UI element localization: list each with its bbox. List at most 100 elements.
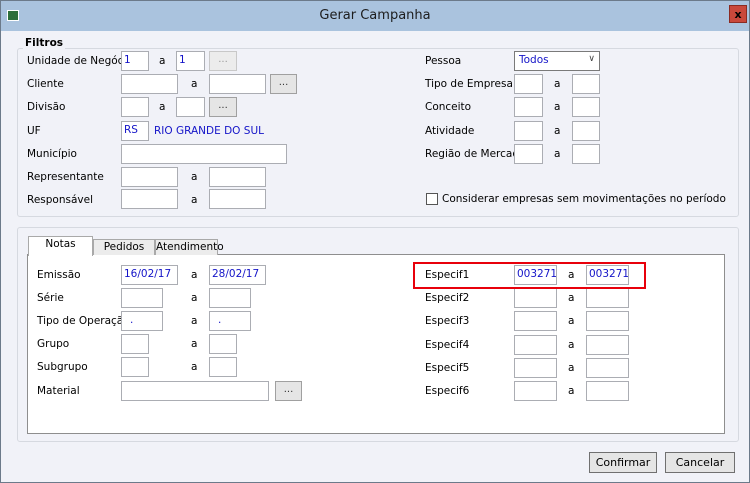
grupo-label: Grupo: [37, 338, 70, 350]
subgrupo-to-input[interactable]: [209, 357, 237, 377]
grupo-sep: a: [191, 338, 198, 350]
emissao-from-input[interactable]: 16/02/17: [121, 265, 178, 285]
responsavel-to-input[interactable]: [209, 189, 266, 209]
considerar-checkbox[interactable]: [426, 193, 438, 205]
tab-atendimento[interactable]: Atendimento: [155, 239, 224, 255]
subgrupo-sep: a: [191, 361, 198, 373]
material-lookup-button[interactable]: ...: [275, 381, 302, 401]
conceito-label: Conceito: [425, 101, 472, 113]
especif-from-input[interactable]: [514, 334, 557, 355]
close-button[interactable]: x: [729, 5, 747, 23]
especif-from-input[interactable]: [514, 381, 557, 401]
especif-label: Especif4: [425, 338, 470, 351]
subgrupo-from-input[interactable]: [121, 357, 149, 377]
unidade-from-input[interactable]: 1: [121, 51, 149, 71]
especif-label: Especif5: [425, 361, 470, 374]
tipo-empresa-label: Tipo de Empresa: [425, 78, 513, 90]
cliente-label: Cliente: [27, 78, 64, 90]
tipo-operacao-label: Tipo de Operação: [37, 315, 130, 327]
divisao-label: Divisão: [27, 101, 66, 113]
municipio-input[interactable]: [121, 144, 287, 164]
tipo-operacao-from-input[interactable]: .: [121, 311, 163, 331]
pessoa-select[interactable]: Todos ∨: [514, 51, 600, 71]
especif-to-input[interactable]: [586, 357, 629, 378]
especif-to-input[interactable]: [586, 311, 629, 332]
especif-sep: a: [568, 315, 575, 328]
divisao-to-input[interactable]: [176, 97, 205, 117]
regiao-sep: a: [554, 148, 561, 160]
especif-label: Especif6: [425, 385, 470, 397]
grupo-from-input[interactable]: [121, 334, 149, 354]
representante-to-input[interactable]: [209, 167, 266, 187]
uf-input[interactable]: RS: [121, 121, 149, 141]
especif-label: Especif2: [425, 292, 470, 305]
atividade-from-input[interactable]: [514, 121, 543, 141]
tab-notas[interactable]: Notas: [28, 236, 93, 256]
emissao-sep: a: [191, 269, 198, 281]
subgrupo-label: Subgrupo: [37, 361, 88, 373]
highlight-box: [413, 262, 646, 289]
responsavel-from-input[interactable]: [121, 189, 178, 209]
conceito-to-input[interactable]: [572, 97, 600, 117]
title-bar: Gerar Campanha x: [1, 1, 749, 31]
atividade-label: Atividade: [425, 125, 475, 137]
regiao-to-input[interactable]: [572, 144, 600, 164]
confirm-label: Confirmar: [595, 456, 651, 469]
material-input[interactable]: [121, 381, 269, 401]
tab-pedidos[interactable]: Pedidos: [93, 239, 155, 255]
cliente-from-input[interactable]: [121, 74, 178, 94]
cancel-label: Cancelar: [675, 456, 725, 469]
especif-to-input[interactable]: [586, 334, 629, 355]
especif-label: Especif3: [425, 315, 470, 328]
especif-from-input[interactable]: [514, 311, 557, 332]
filtros-title: Filtros: [23, 37, 66, 49]
cliente-sep: a: [191, 78, 198, 90]
serie-sep: a: [191, 292, 198, 304]
regiao-label: Região de Mercado: [425, 148, 526, 160]
tipo-empresa-to-input[interactable]: [572, 74, 600, 94]
unidade-lookup-button[interactable]: ...: [209, 51, 237, 71]
pessoa-value: Todos: [519, 54, 549, 66]
cliente-to-input[interactable]: [209, 74, 266, 94]
regiao-from-input[interactable]: [514, 144, 543, 164]
cancel-button[interactable]: Cancelar: [665, 452, 735, 473]
conceito-from-input[interactable]: [514, 97, 543, 117]
atividade-to-input[interactable]: [572, 121, 600, 141]
representante-label: Representante: [27, 171, 104, 183]
representante-from-input[interactable]: [121, 167, 178, 187]
especif-sep: a: [568, 361, 575, 374]
emissao-label: Emissão: [37, 269, 81, 281]
cliente-lookup-button[interactable]: ...: [270, 74, 297, 94]
emissao-to-input[interactable]: 28/02/17: [209, 265, 266, 285]
confirm-button[interactable]: Confirmar: [589, 452, 657, 473]
divisao-sep: a: [159, 101, 166, 113]
especif-sep: a: [568, 385, 575, 397]
municipio-label: Município: [27, 148, 77, 160]
tipo-operacao-sep: a: [191, 315, 198, 327]
serie-to-input[interactable]: [209, 288, 251, 308]
conceito-sep: a: [554, 101, 561, 113]
tipo-empresa-from-input[interactable]: [514, 74, 543, 94]
uf-name: RIO GRANDE DO SUL: [154, 125, 264, 137]
divisao-from-input[interactable]: [121, 97, 149, 117]
dialog-window: Gerar Campanha x Filtros Unidade de Negó…: [0, 0, 750, 483]
especif-to-input[interactable]: [586, 381, 629, 401]
divisao-lookup-button[interactable]: ...: [209, 97, 237, 117]
unidade-to-input[interactable]: 1: [176, 51, 205, 71]
unidade-label: Unidade de Negócio: [27, 55, 133, 67]
especif-to-input[interactable]: [586, 288, 629, 309]
window-title: Gerar Campanha: [319, 8, 431, 23]
considerar-label[interactable]: Considerar empresas sem movimentações no…: [442, 193, 726, 205]
chevron-down-icon: ∨: [588, 54, 595, 64]
serie-from-input[interactable]: [121, 288, 163, 308]
especif-from-input[interactable]: [514, 288, 557, 309]
responsavel-sep: a: [191, 194, 198, 206]
material-label: Material: [37, 385, 80, 397]
especif-from-input[interactable]: [514, 357, 557, 378]
uf-label: UF: [27, 125, 41, 137]
serie-label: Série: [37, 292, 64, 304]
tipo-operacao-to-input[interactable]: .: [209, 311, 251, 331]
unidade-sep: a: [159, 55, 166, 67]
grupo-to-input[interactable]: [209, 334, 237, 354]
tipo-empresa-sep: a: [554, 78, 561, 90]
